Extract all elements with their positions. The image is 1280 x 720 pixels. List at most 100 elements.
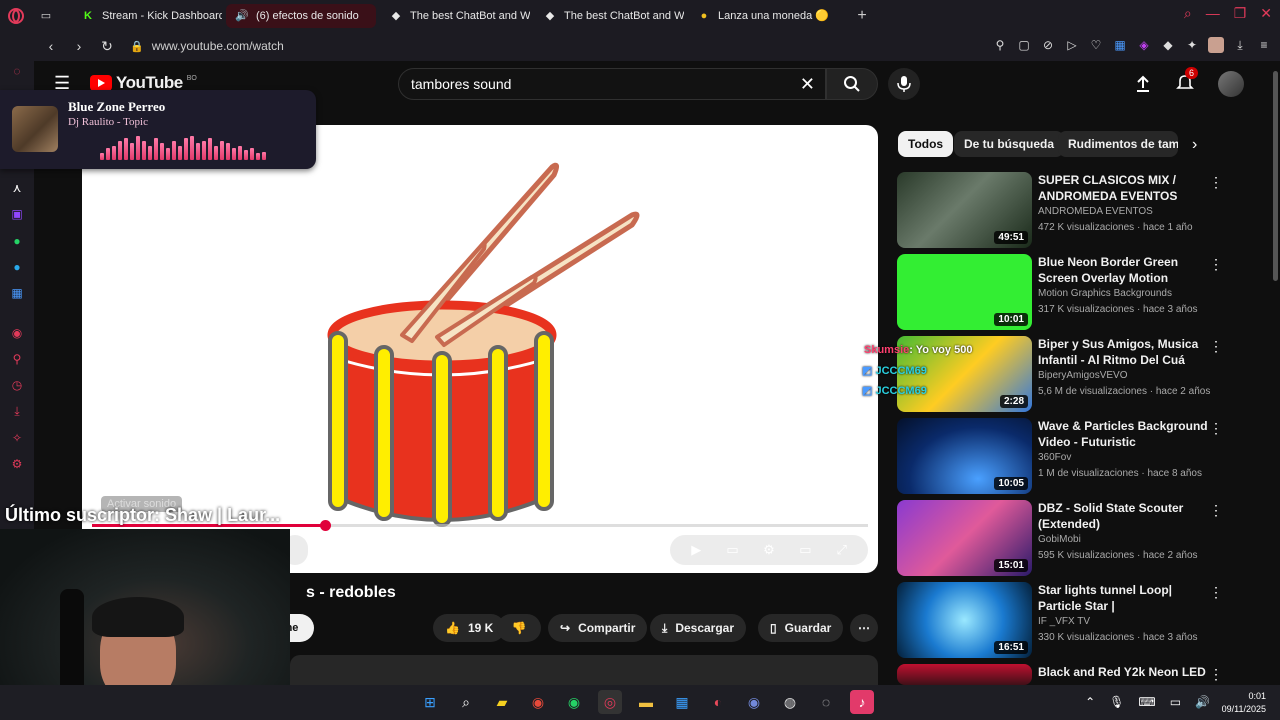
more-vertical-icon[interactable]: ⋮ [1209,338,1223,355]
settings-gear-icon[interactable]: ⚙ [760,541,778,559]
recommendation-item[interactable]: 10:01 Blue Neon Border Green Screen Overl… [897,254,1237,330]
video-thumbnail[interactable]: 10:01 [897,254,1032,330]
video-thumbnail[interactable]: 15:01 [897,500,1032,576]
channel-name[interactable]: ANDROMEDA EVENTOS [1038,206,1153,217]
mic-tray-icon[interactable]: 🎙 [1109,695,1124,709]
chevron-right-icon[interactable]: › [1192,136,1197,154]
scrollbar-thumb[interactable] [1273,71,1278,281]
topic-icon[interactable]: ⋏ [9,180,25,196]
tiktok-icon[interactable]: ♪ [850,690,874,714]
tab-coin[interactable]: ● Lanza una moneda 🟡 [688,4,838,28]
voice-search-button[interactable] [888,68,920,100]
search-input[interactable]: tambores sound ✕ [398,68,826,100]
description-box[interactable] [290,655,878,685]
player-sidebar-icon[interactable]: ◉ [9,325,25,341]
channel-name[interactable]: IF _VFX TV [1038,616,1090,627]
progress-knob[interactable] [319,520,331,531]
heart-icon[interactable]: ♡ [1088,37,1104,53]
subtitles-icon[interactable]: ▭ [724,541,742,559]
download-button[interactable]: ⤓ Descargar [650,614,747,642]
recommendation-item[interactable]: 15:01 DBZ - Solid State Scouter (Extended… [897,500,1237,576]
video-title[interactable]: Biper y Sus Amigos, Musica Infantil - Al… [1038,336,1218,368]
video-title[interactable]: DBZ - Solid State Scouter (Extended) [1038,500,1218,532]
more-vertical-icon[interactable]: ⋮ [1209,502,1223,519]
channel-name[interactable]: Motion Graphics Backgrounds [1038,288,1172,299]
url-field[interactable]: 🔒 www.youtube.com/watch [130,39,284,53]
opera-taskbar-icon[interactable]: ◎ [598,690,622,714]
tab-youtube[interactable]: 🔊 (6) efectos de sonido [226,3,376,28]
video-title[interactable]: Black and Red Y2k Neon LED [1038,664,1218,680]
tab-kick[interactable]: K Stream - Kick Dashboard [72,4,222,28]
chevron-up-icon[interactable]: ⌃ [1085,695,1095,709]
fullscreen-icon[interactable]: ⤢ [833,541,851,559]
chip-todos[interactable]: Todos [898,131,954,157]
chatbot-extension-icon[interactable]: ◆ [1160,37,1176,53]
more-vertical-icon[interactable]: ⋮ [1209,174,1223,191]
downloads-icon[interactable]: ⤓ [9,403,25,419]
search-button[interactable] [826,68,878,100]
streamlabs-icon[interactable]: ◌ [814,690,838,714]
pin-icon[interactable]: ⚲ [992,37,1008,53]
recommendation-item[interactable]: 49:51 SUPER CLASICOS MIX / ANDROMEDA EVEN… [897,172,1237,248]
recommendation-item[interactable]: Black and Red Y2k Neon LED ⋮ [897,664,1237,685]
new-tab-button[interactable]: + [852,6,872,26]
extensions-icon[interactable]: ✦ [1184,37,1200,53]
video-title[interactable]: Wave & Particles Background Video - Futu… [1038,418,1218,450]
video-thumbnail[interactable]: 10:05 [897,418,1032,494]
video-title[interactable]: Blue Neon Border Green Screen Overlay Mo… [1038,254,1218,286]
scrollbar[interactable] [1270,61,1280,685]
search-taskbar-icon[interactable]: ⌕ [454,690,478,714]
theater-mode-icon[interactable]: ▭ [796,541,814,559]
more-vertical-icon[interactable]: ⋮ [1209,420,1223,437]
channel-name[interactable]: GobiMobi [1038,534,1081,545]
maximize-icon[interactable]: ❐ [1234,5,1247,22]
whatsapp-icon[interactable]: ● [9,233,25,249]
tab-botrix-1[interactable]: ◆ The best ChatBot and Wi [380,4,530,28]
volume-icon[interactable]: 🔊 [1195,695,1210,709]
chip-de-tu-busqueda[interactable]: De tu búsqueda [954,131,1065,157]
sticky-notes-icon[interactable]: ▰ [490,690,514,714]
telegram-icon[interactable]: ● [9,259,25,275]
obs-icon[interactable]: ◍ [778,690,802,714]
settings-icon[interactable]: ⚙ [9,456,25,472]
recommendation-item[interactable]: 10:05 Wave & Particles Background Video -… [897,418,1237,494]
keyboard-icon[interactable]: ⌨ [1138,695,1155,709]
store-icon[interactable]: ▦ [670,690,694,714]
clear-search-icon[interactable]: ✕ [800,74,815,95]
taskbar-clock[interactable]: 0:01 09/11/2025 [1222,690,1266,716]
extensions-sidebar-icon[interactable]: ✧ [9,430,25,446]
like-button[interactable]: 👍 19 K [433,614,506,642]
chip-rudimentos[interactable]: Rudimentos de tamb [1058,131,1178,157]
more-vertical-icon[interactable]: ⋮ [1209,256,1223,273]
whatsapp-taskbar-icon[interactable]: ◉ [562,690,586,714]
twitch-extension-icon[interactable]: ◈ [1136,37,1152,53]
pinboard-icon[interactable]: ⚲ [9,351,25,367]
autoplay-toggle-icon[interactable]: ▶ [687,541,705,559]
back-icon[interactable]: ‹ [40,38,62,54]
download-icon[interactable]: ⤓ [1232,37,1248,53]
monitor-icon[interactable]: ▭ [1170,695,1181,709]
discord-icon[interactable]: ◉ [742,690,766,714]
more-vertical-icon[interactable]: ⋮ [1209,584,1223,601]
file-explorer-icon[interactable]: ▬ [634,690,658,714]
recommendation-item[interactable]: 16:51 Star lights tunnel Loop| Particle S… [897,582,1237,658]
chrome-icon[interactable]: ◉ [526,690,550,714]
twitch-icon[interactable]: ▣ [9,206,25,222]
translate-extension-icon[interactable]: ▦ [1112,37,1128,53]
video-thumbnail[interactable] [897,664,1032,685]
translate-icon[interactable]: ▦ [9,285,25,301]
dislike-button[interactable]: 👎 [497,614,541,642]
channel-name[interactable]: BiperyAmigosVEVO [1038,370,1127,381]
adblock-icon[interactable]: ⊘ [1040,37,1056,53]
snapshot-icon[interactable]: ▢ [1016,37,1032,53]
profile-avatar[interactable] [1208,37,1224,53]
search-tabs-icon[interactable]: ⌕ [1184,5,1192,22]
video-title[interactable]: Star lights tunnel Loop| Particle Star | [1038,582,1218,614]
easy-setup-icon[interactable]: ≡ [1256,37,1272,53]
close-icon[interactable]: ✕ [1260,5,1272,22]
more-vertical-icon[interactable]: ⋮ [1209,666,1223,683]
save-button[interactable]: ▯ Guardar [758,614,844,642]
player-icon[interactable]: ▷ [1064,37,1080,53]
opera-logo-icon[interactable] [0,0,32,31]
more-actions-button[interactable]: ⋯ [850,614,878,642]
